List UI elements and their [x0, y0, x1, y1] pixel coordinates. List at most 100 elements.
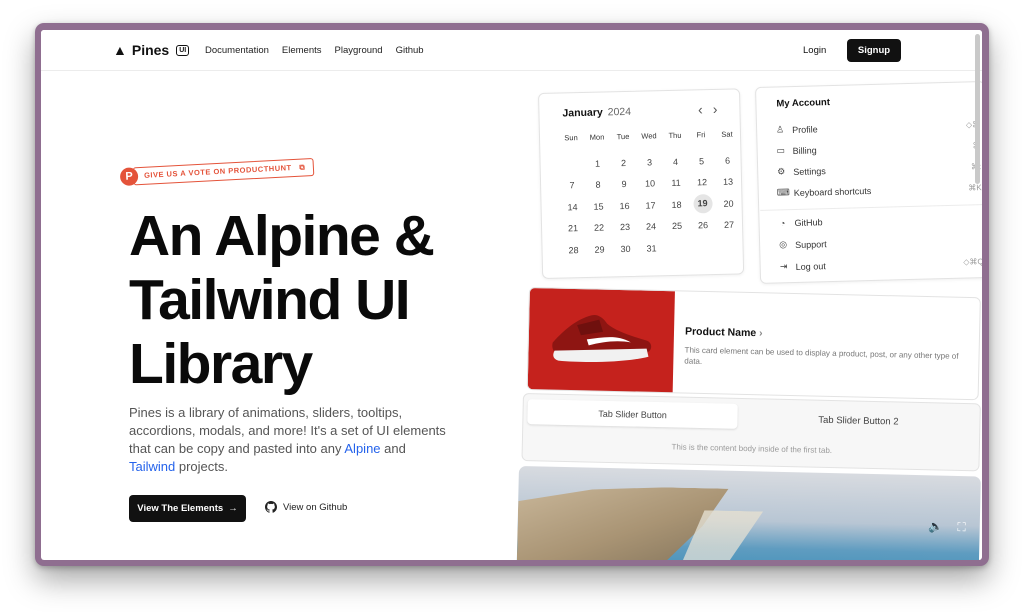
calendar-widget: January 2024 ‹› Sun Mon Tue Wed Thu Fri … [538, 88, 745, 279]
menu-item-logout[interactable]: ⇥ Log out ◇⌘Q [779, 256, 982, 272]
chevron-left-icon[interactable]: ‹ [698, 101, 713, 117]
calendar-day[interactable]: 28 [560, 245, 586, 256]
nav-link-documentation[interactable]: Documentation [205, 45, 269, 56]
calendar-day[interactable]: 12 [689, 177, 715, 188]
github-icon [265, 501, 277, 513]
pine-tree-icon: ▲ [113, 42, 127, 58]
external-link-icon: ⧉ [293, 162, 306, 172]
weekday-label: Tue [616, 131, 630, 142]
nav-link-github[interactable]: Github [396, 45, 424, 56]
calendar-day[interactable]: 17 [637, 200, 663, 211]
menu-item-label: Log out [795, 260, 826, 272]
weekday-label: Mon [589, 132, 605, 142]
alpine-link[interactable]: Alpine [344, 441, 380, 456]
calendar-day[interactable]: 7 [559, 180, 585, 191]
product-image [527, 288, 675, 395]
calendar-day[interactable]: 2 [610, 158, 636, 169]
page-scrollbar[interactable] [975, 34, 980, 184]
menu-item-profile[interactable]: ♙ Profile ◇⌘ [775, 119, 980, 135]
hero-line-1: An Alpine & [129, 204, 435, 268]
tailwind-link[interactable]: Tailwind [129, 459, 175, 474]
menu-item-billing[interactable]: ▭Billing⌘ [776, 140, 981, 156]
menu-title: My Account [776, 97, 831, 110]
calendar-weekdays: Sun Mon Tue Wed Thu Fri Sat [558, 129, 740, 143]
hero-heading: An Alpine & Tailwind UI Library [129, 204, 509, 396]
calendar-day[interactable]: 13 [715, 177, 741, 188]
calendar-day[interactable]: 1 [585, 158, 611, 169]
producthunt-badge[interactable]: P GIVE US A VOTE ON PRODUCTHUNT ⧉ [119, 157, 315, 187]
brand-badge: UI [176, 44, 190, 56]
calendar-year: 2024 [607, 105, 632, 119]
volume-icon[interactable]: 🔈 [928, 519, 943, 534]
view-elements-button[interactable]: View The Elements → [129, 495, 246, 522]
calendar-day[interactable]: 16 [611, 201, 637, 212]
video-player[interactable]: 🔈 ⛶ [516, 466, 981, 560]
calendar-day-selected[interactable]: 19 [692, 194, 713, 214]
chevron-right-icon[interactable]: › [713, 101, 728, 117]
calendar-header: January 2024 [562, 106, 631, 120]
calendar-day[interactable]: 5 [688, 156, 714, 167]
calendar-day[interactable]: 4 [662, 156, 688, 167]
view-github-button[interactable]: View on Github [265, 501, 347, 513]
tab-slider-button-1[interactable]: Tab Slider Button [527, 399, 738, 429]
calendar-day-empty [559, 164, 585, 165]
calendar-day[interactable]: 6 [714, 155, 740, 166]
calendar-days: 1 2 3 4 5 6 7 8 9 10 11 12 13 14 15 16 17 18 19 20 21 22 23 24 2… [558, 149, 742, 261]
calendar-day[interactable]: 14 [559, 202, 585, 213]
calendar-day[interactable]: 3 [636, 157, 662, 168]
menu-item-support[interactable]: ◎ Support [778, 234, 982, 250]
calendar-day[interactable]: 22 [586, 223, 612, 234]
keyboard-icon: ⌨ [776, 187, 790, 198]
calendar-day[interactable]: 26 [690, 220, 716, 231]
chevron-right-icon: › [758, 327, 763, 340]
arrow-right-icon: → [228, 503, 238, 514]
calendar-day[interactable]: 10 [637, 178, 663, 189]
calendar-day[interactable]: 15 [585, 201, 611, 212]
user-icon: ♙ [775, 124, 785, 135]
top-navbar: ▲ Pines UI Documentation Elements Playgr… [41, 30, 982, 71]
calendar-day[interactable]: 30 [612, 244, 638, 255]
calendar-day[interactable]: 21 [560, 223, 586, 234]
login-link[interactable]: Login [803, 45, 826, 56]
calendar-day[interactable]: 31 [638, 243, 664, 254]
producthunt-tag: GIVE US A VOTE ON PRODUCTHUNT ⧉ [132, 157, 315, 186]
calendar-day[interactable]: 18 [663, 199, 689, 210]
fullscreen-icon[interactable]: ⛶ [957, 520, 966, 535]
weekday-label: Thu [668, 130, 682, 141]
brand-logo[interactable]: ▲ Pines UI [113, 42, 190, 58]
page-viewport: ▲ Pines UI Documentation Elements Playgr… [41, 30, 982, 560]
calendar-day[interactable]: 9 [611, 179, 637, 190]
menu-item-keyboard-shortcuts[interactable]: ⌨ Keyboard shortcuts ⌘K [777, 182, 982, 198]
calendar-day[interactable]: 11 [663, 178, 689, 189]
menu-item-settings[interactable]: ⚙Settings⌘: [776, 161, 981, 177]
nav-link-playground[interactable]: Playground [335, 45, 383, 56]
nav-links: Documentation Elements Playground Github [205, 45, 424, 56]
desc-mid: and [380, 441, 406, 456]
product-name[interactable]: Product Name › [685, 326, 763, 340]
calendar-day[interactable]: 23 [612, 222, 638, 233]
product-card[interactable]: Product Name › This card element can be … [526, 287, 981, 401]
weekday-label: Sun [564, 133, 578, 143]
calendar-day[interactable]: 24 [638, 221, 664, 232]
tab-content-body: This is the content body inside of the f… [671, 442, 833, 456]
producthunt-label: GIVE US A VOTE ON PRODUCTHUNT [143, 163, 292, 180]
menu-divider [760, 203, 982, 211]
gear-icon: ⚙ [777, 166, 786, 177]
tab-slider-button-2[interactable]: Tab Slider Button 2 [753, 409, 963, 432]
shortcut-hint: ⌘K [968, 183, 982, 193]
calendar-day[interactable]: 25 [664, 221, 690, 232]
calendar-day[interactable]: 27 [716, 220, 742, 231]
nav-link-elements[interactable]: Elements [282, 45, 322, 56]
hero-line-2: Tailwind UI [129, 268, 411, 332]
calendar-day[interactable]: 29 [586, 244, 612, 255]
product-name-text: Product Name [684, 325, 757, 340]
calendar-day[interactable]: 20 [715, 198, 741, 209]
menu-item-github[interactable]: ◔ GitHub [777, 213, 982, 228]
view-github-label: View on Github [283, 501, 348, 513]
credit-card-icon: ▭ [776, 145, 786, 156]
weekday-label: Wed [641, 131, 657, 141]
weekday-label: Sat [721, 129, 733, 139]
signup-button[interactable]: Signup [847, 39, 901, 62]
logout-icon: ⇥ [779, 261, 788, 272]
calendar-day[interactable]: 8 [585, 180, 611, 191]
